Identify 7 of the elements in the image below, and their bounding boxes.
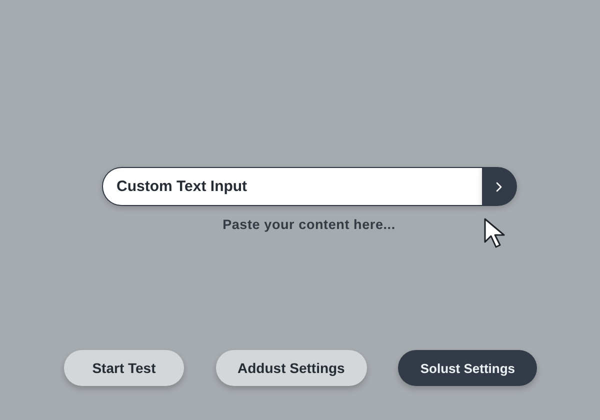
submit-button[interactable] [482, 167, 516, 206]
action-button[interactable]: Addust Settings [216, 350, 367, 386]
action-button[interactable]: Start Test [64, 350, 184, 386]
helper-text: Paste your content here... [222, 217, 396, 232]
text-input-field[interactable]: Custom Text Input [102, 167, 482, 206]
mouse-pointer-icon [482, 217, 506, 249]
action-button[interactable]: Solust Settings [398, 350, 537, 386]
